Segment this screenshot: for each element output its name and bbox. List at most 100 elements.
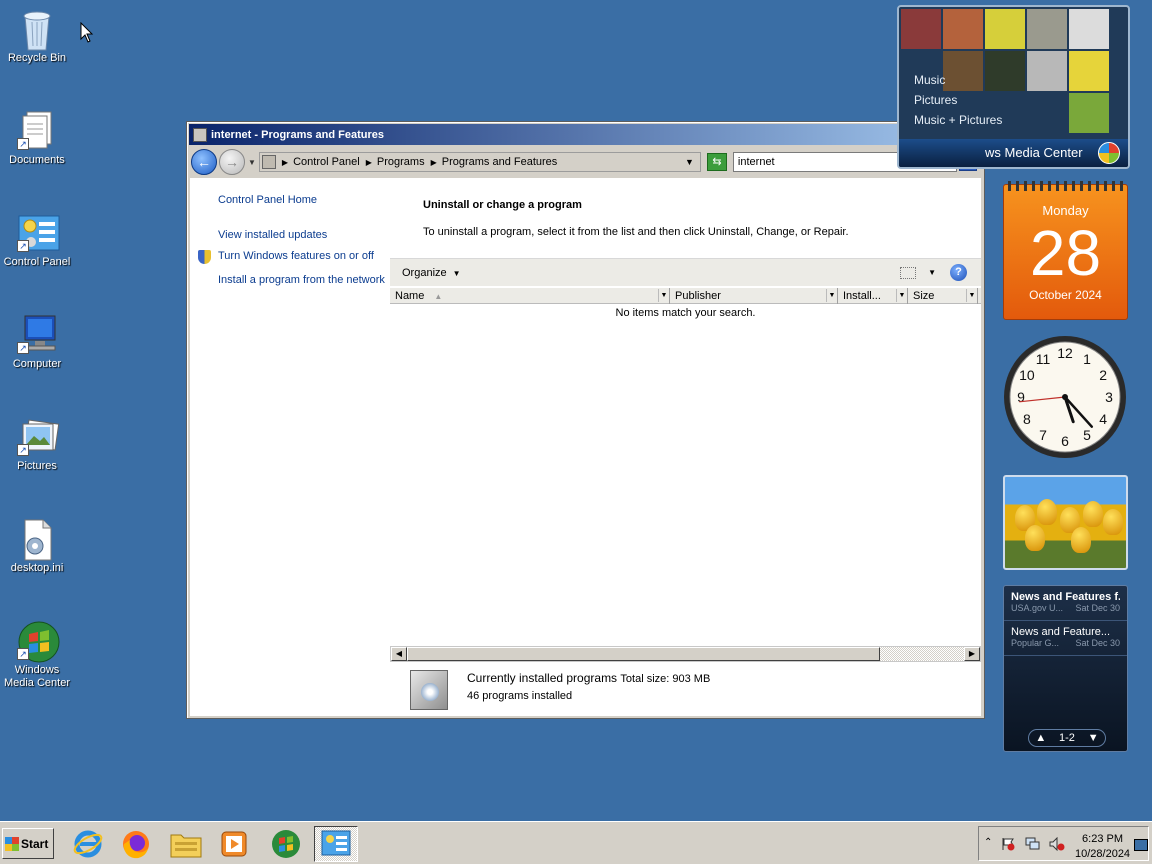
feed-prev-button[interactable]: ▲ xyxy=(1035,732,1046,744)
column-publisher[interactable]: Publisher ▼ xyxy=(670,288,838,304)
taskbar-media-player[interactable] xyxy=(212,826,256,862)
show-hidden-icons-button[interactable]: ⌃ xyxy=(984,837,992,848)
shortcut-arrow-icon: ↗ xyxy=(17,648,29,660)
clock-numeral: 5 xyxy=(1083,427,1091,443)
forward-button[interactable]: → xyxy=(219,149,245,175)
tulip-image xyxy=(1037,499,1057,525)
organize-button[interactable]: Organize ▼ xyxy=(402,267,461,279)
control-panel-home-link[interactable]: Control Panel Home xyxy=(218,194,317,206)
tray-clock[interactable]: 6:23 PM 10/28/2024 xyxy=(1075,832,1130,862)
back-button[interactable]: ← xyxy=(191,149,217,175)
shortcut-arrow-icon: ↗ xyxy=(17,138,29,150)
media-tile xyxy=(1027,9,1067,49)
clock-numeral: 1 xyxy=(1083,351,1091,367)
organize-label: Organize xyxy=(402,266,447,279)
desktop-icon-documents[interactable]: ↗ Documents xyxy=(0,110,74,167)
desktop-icon-desktop-ini[interactable]: desktop.ini xyxy=(0,518,74,575)
calendar-gadget[interactable]: Monday 28 October 2024 xyxy=(1003,181,1128,320)
recent-pages-dropdown[interactable]: ▼ xyxy=(248,158,256,167)
breadcrumb-programs-and-features[interactable]: Programs and Features xyxy=(442,156,558,168)
desktop-icon-pictures[interactable]: ↗ Pictures xyxy=(0,416,74,473)
calendar-weekday: Monday xyxy=(1042,203,1089,218)
refresh-button[interactable]: ⇆ xyxy=(706,153,727,171)
window-titlebar[interactable]: internet - Programs and Features _ □ ✕ xyxy=(189,124,982,145)
command-toolbar: Organize ▼ ▼ ? xyxy=(390,258,981,286)
tray-date: 10/28/2024 xyxy=(1075,848,1131,860)
calendar-rings xyxy=(1008,181,1125,191)
media-center-menu: Music Pictures Music + Pictures xyxy=(914,70,1002,130)
window-title: internet - Programs and Features xyxy=(211,128,384,141)
desktop-icon-recycle-bin[interactable]: Recycle Bin xyxy=(0,8,74,65)
main-pane: Uninstall or change a program To uninsta… xyxy=(390,178,981,716)
clock-numeral: 9 xyxy=(1017,389,1025,405)
program-count: 46 programs installed xyxy=(467,690,573,702)
page-description: To uninstall a program, select it from t… xyxy=(423,226,849,238)
mouse-cursor-icon xyxy=(80,21,94,47)
feed-headlines-gadget[interactable]: News and Features f... USA.gov U... Sat D… xyxy=(1003,585,1128,752)
address-breadcrumb[interactable]: ▶ Control Panel ▶ Programs ▶ Programs an… xyxy=(258,152,701,172)
settings-file-icon xyxy=(17,518,57,561)
breadcrumb-control-panel[interactable]: Control Panel xyxy=(293,156,360,168)
total-size: Total size: 903 MB xyxy=(620,673,711,685)
help-icon[interactable]: ? xyxy=(950,264,967,281)
desktop-icon-control-panel[interactable]: ↗ Control Panel xyxy=(0,212,74,269)
windows-media-center-icon: ↗ xyxy=(17,620,60,663)
chevron-right-icon[interactable]: ▶ xyxy=(431,158,437,167)
documents-icon: ↗ xyxy=(17,110,57,150)
feed-next-button[interactable]: ▼ xyxy=(1088,732,1099,744)
tulip-image xyxy=(1083,501,1103,527)
sort-ascending-icon: ▲ xyxy=(434,292,443,301)
clock-numeral: 4 xyxy=(1099,411,1107,427)
feed-item[interactable]: News and Features f... USA.gov U... Sat D… xyxy=(1004,586,1127,621)
media-menu-music-pictures[interactable]: Music + Pictures xyxy=(914,110,1002,130)
column-size-label: Size xyxy=(913,290,935,302)
clock-numeral: 7 xyxy=(1039,427,1047,443)
back-arrow-icon: ← xyxy=(197,154,211,170)
media-menu-pictures[interactable]: Pictures xyxy=(914,90,1002,110)
scroll-left-button[interactable]: ◀ xyxy=(391,647,407,661)
shortcut-arrow-icon: ↗ xyxy=(17,444,29,456)
taskbar: Start ⌃ 6:23 PM 10/28/2024 xyxy=(0,821,1152,864)
column-name[interactable]: Name ▲ ▼ xyxy=(390,288,670,304)
column-filter-dropdown[interactable]: ▼ xyxy=(896,289,907,302)
column-installed-on[interactable]: Install... ▼ xyxy=(838,288,908,304)
taskbar-control-panel[interactable] xyxy=(314,826,358,862)
volume-muted-icon[interactable] xyxy=(1049,836,1065,852)
column-filter-dropdown[interactable]: ▼ xyxy=(658,289,669,302)
installer-package-icon xyxy=(410,670,448,710)
column-size[interactable]: Size ▼ xyxy=(908,288,978,304)
views-icon[interactable] xyxy=(900,266,917,279)
feed-source: Popular G... xyxy=(1011,638,1060,648)
column-filter-dropdown[interactable]: ▼ xyxy=(826,289,837,302)
view-installed-updates-link[interactable]: View installed updates xyxy=(218,229,327,241)
scroll-right-button[interactable]: ▶ xyxy=(964,647,980,661)
install-from-network-link[interactable]: Install a program from the network xyxy=(218,274,385,286)
breadcrumb-programs[interactable]: Programs xyxy=(377,156,425,168)
show-desktop-button[interactable] xyxy=(1134,839,1148,851)
taskbar-internet-explorer[interactable] xyxy=(66,826,110,862)
taskbar-file-explorer[interactable] xyxy=(164,826,208,862)
taskbar-media-center[interactable] xyxy=(264,826,308,862)
media-center-gadget[interactable]: Music Pictures Music + Pictures ws Media… xyxy=(897,5,1130,169)
chevron-right-icon[interactable]: ▶ xyxy=(366,158,372,167)
chevron-right-icon[interactable]: ▶ xyxy=(282,158,288,167)
desktop-icon-computer[interactable]: ↗ Computer xyxy=(0,314,74,371)
taskbar-firefox[interactable] xyxy=(114,826,158,862)
address-bar-row: ← → ▼ ▶ Control Panel ▶ Programs ▶ Progr… xyxy=(189,147,982,177)
slideshow-gadget[interactable] xyxy=(1003,475,1128,570)
desktop-icon-windows-media-center[interactable]: ↗ Windows Media Center xyxy=(0,620,74,690)
horizontal-scrollbar[interactable]: ◀ ▶ xyxy=(390,646,981,662)
calendar-month-year: October 2024 xyxy=(1029,288,1102,302)
shortcut-arrow-icon: ↗ xyxy=(17,240,29,252)
start-button[interactable]: Start xyxy=(2,828,54,859)
views-dropdown-icon[interactable]: ▼ xyxy=(928,268,936,277)
action-center-flag-icon[interactable] xyxy=(1001,837,1015,851)
windows-features-link[interactable]: Turn Windows features on or off xyxy=(218,250,374,262)
clock-gadget[interactable]: 1 2 3 4 5 6 7 8 9 10 11 12 xyxy=(1002,334,1128,460)
network-icon[interactable] xyxy=(1025,837,1040,851)
scrollbar-thumb[interactable] xyxy=(407,647,880,661)
address-dropdown-icon[interactable]: ▼ xyxy=(685,157,694,167)
column-filter-dropdown[interactable]: ▼ xyxy=(966,289,977,302)
media-menu-music[interactable]: Music xyxy=(914,70,1002,90)
feed-item[interactable]: News and Feature... Popular G... Sat Dec … xyxy=(1004,621,1127,656)
